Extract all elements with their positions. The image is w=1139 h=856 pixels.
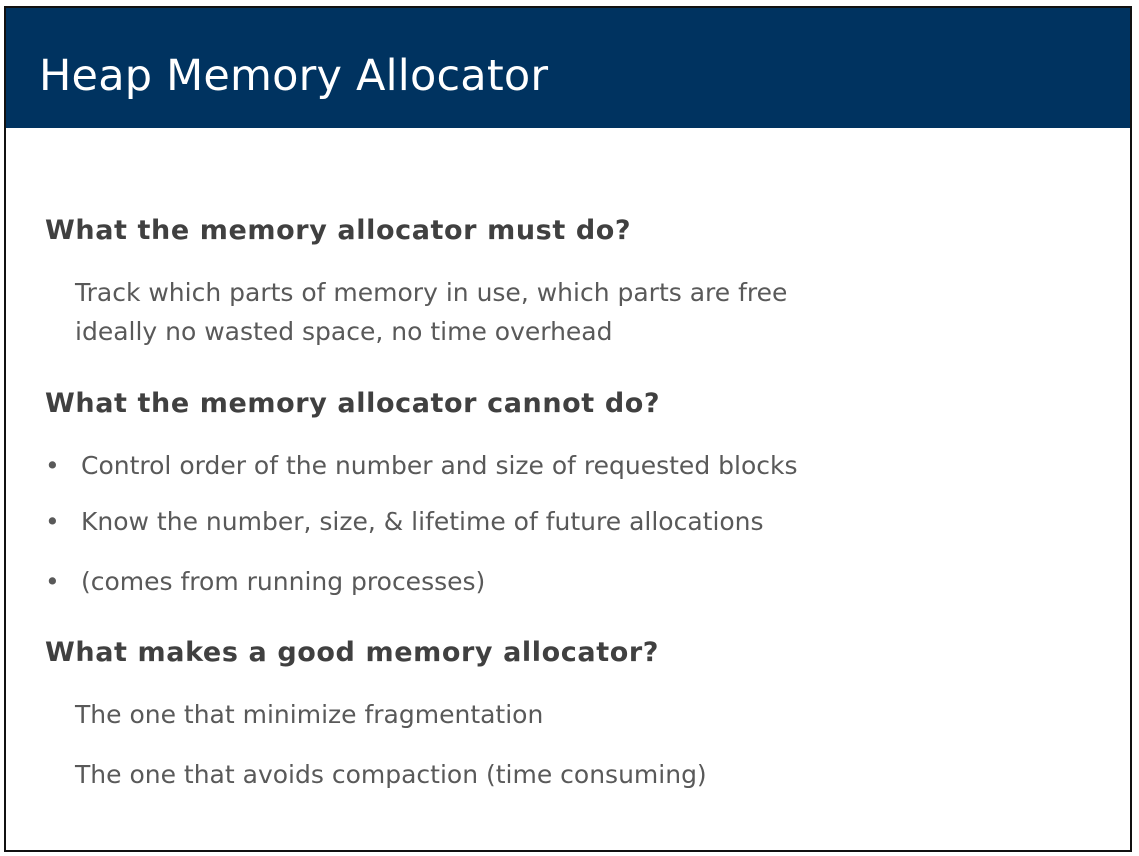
bullet-text: Know the number, size, & lifetime of fut… <box>81 507 764 536</box>
slide: Heap Memory Allocator What the memory al… <box>4 6 1132 852</box>
slide-title: Heap Memory Allocator <box>39 51 549 101</box>
bullet-icon: • <box>45 507 60 536</box>
body-line: The one that avoids compaction (time con… <box>75 760 707 789</box>
bullet-item: • Know the number, size, & lifetime of fu… <box>45 504 764 540</box>
title-bar: Heap Memory Allocator <box>6 8 1130 128</box>
bullet-icon: • <box>45 567 60 596</box>
body-line: ideally no wasted space, no time overhea… <box>75 317 613 346</box>
bullet-text: (comes from running processes) <box>81 567 486 596</box>
section-heading-cannot-do: What the memory allocator cannot do? <box>45 388 661 419</box>
body-line: The one that minimize fragmentation <box>75 700 544 729</box>
section-heading-must-do: What the memory allocator must do? <box>45 215 632 246</box>
section-heading-good-allocator: What makes a good memory allocator? <box>45 637 660 668</box>
bullet-text: Control order of the number and size of … <box>81 451 798 480</box>
body-line: Track which parts of memory in use, whic… <box>75 278 788 307</box>
bullet-item: • (comes from running processes) <box>45 564 485 600</box>
bullet-item: • Control order of the number and size of… <box>45 448 798 484</box>
bullet-icon: • <box>45 451 60 480</box>
